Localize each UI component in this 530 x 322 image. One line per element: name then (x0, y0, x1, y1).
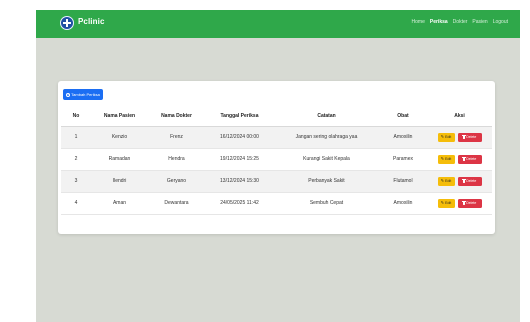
edit-button[interactable]: ✎ Edit (437, 154, 455, 164)
cell-no: 1 (61, 126, 91, 149)
delete-button[interactable]: Delete (457, 154, 482, 164)
header-nama-pasien: Nama Pasien (91, 106, 148, 127)
edit-label: Edit (445, 157, 452, 161)
add-periksa-label: Tambah Periksa (71, 92, 100, 97)
cell-aksi: ✎ Edit Delete (427, 192, 492, 215)
delete-button[interactable]: Delete (457, 198, 482, 208)
edit-button[interactable]: ✎ Edit (437, 198, 455, 208)
header-nama-dokter: Nama Dokter (148, 106, 205, 127)
navbar: Pclinic Home Periksa Dokter Pasien Logou… (36, 10, 520, 38)
delete-label: Delete (466, 135, 477, 139)
nav-links: Home Periksa Dokter Pasien Logout (412, 19, 508, 25)
cell-catatan: Perbanyak Sakit (274, 170, 379, 193)
edit-label: Edit (445, 201, 452, 205)
edit-button[interactable]: ✎ Edit (437, 132, 455, 142)
cell-nama-pasien: Ramadan (91, 148, 148, 171)
cell-tanggal: 13/12/2024 15:30 (205, 170, 274, 193)
cell-aksi: ✎ Edit Delete (427, 148, 492, 171)
nav-link-periksa[interactable]: Periksa (430, 19, 448, 25)
cell-nama-pasien: Aman (91, 192, 148, 215)
delete-button[interactable]: Delete (457, 176, 482, 186)
table-row: 2 Ramadan Hendra 19/12/2024 15:25 Kurang… (61, 148, 492, 171)
header-aksi: Aksi (427, 106, 492, 127)
edit-button[interactable]: ✎ Edit (437, 176, 455, 186)
cell-obat: Paramex (379, 148, 427, 171)
cell-no: 3 (61, 170, 91, 193)
nav-link-pasien[interactable]: Pasien (472, 19, 487, 25)
periksa-card: + Tambah Periksa No Nama Pasien Nama Dok… (58, 81, 495, 234)
cell-no: 4 (61, 192, 91, 215)
plus-circle-icon: + (66, 92, 71, 97)
brand-name[interactable]: Pclinic (78, 17, 105, 26)
pencil-icon: ✎ (440, 134, 445, 139)
table-row: 1 Kenzio Frenz 16/12/2024 00:00 Jangan s… (61, 126, 492, 149)
delete-label: Delete (466, 179, 477, 183)
app-page: Pclinic Home Periksa Dokter Pasien Logou… (36, 10, 520, 322)
cell-catatan: Jangan sering olahraga yaa (274, 126, 379, 149)
header-catatan: Catatan (274, 106, 379, 127)
header-tanggal-periksa: Tanggal Periksa (205, 106, 274, 127)
nav-link-home[interactable]: Home (412, 19, 425, 25)
cell-nama-dokter: Frenz (148, 126, 205, 149)
nav-link-logout[interactable]: Logout (493, 19, 508, 25)
cell-tanggal: 24/05/2025 11:42 (205, 192, 274, 215)
medical-cross-icon (60, 16, 74, 30)
table-row: 3 Ilendri Geryano 13/12/2024 15:30 Perba… (61, 170, 492, 193)
cell-catatan: Kurangi Sakit Kepala (274, 148, 379, 171)
pencil-icon: ✎ (440, 178, 445, 183)
delete-label: Delete (466, 157, 477, 161)
pencil-icon: ✎ (440, 156, 445, 161)
table-row: 4 Aman Dewantara 24/05/2025 11:42 Sembuh… (61, 192, 492, 215)
cell-obat: Amoxilin (379, 126, 427, 149)
trash-icon (462, 156, 466, 161)
cell-nama-pasien: Kenzio (91, 126, 148, 149)
delete-label: Delete (466, 201, 477, 205)
delete-button[interactable]: Delete (457, 132, 482, 142)
trash-icon (462, 200, 466, 205)
header-obat: Obat (379, 106, 427, 127)
header-no: No (61, 106, 91, 127)
trash-icon (462, 134, 466, 139)
cell-aksi: ✎ Edit Delete (427, 126, 492, 149)
cell-nama-dokter: Geryano (148, 170, 205, 193)
cell-catatan: Sembuh Cepat (274, 192, 379, 215)
cell-obat: Flutamol (379, 170, 427, 193)
pencil-icon: ✎ (440, 200, 445, 205)
edit-label: Edit (445, 179, 452, 183)
table-header-row: No Nama Pasien Nama Dokter Tanggal Perik… (61, 106, 492, 127)
cell-tanggal: 19/12/2024 15:25 (205, 148, 274, 171)
periksa-table: No Nama Pasien Nama Dokter Tanggal Perik… (61, 106, 492, 215)
cell-no: 2 (61, 148, 91, 171)
cell-aksi: ✎ Edit Delete (427, 170, 492, 193)
add-periksa-button[interactable]: + Tambah Periksa (63, 89, 103, 100)
cell-nama-pasien: Ilendri (91, 170, 148, 193)
cell-obat: Amoxilin (379, 192, 427, 215)
nav-link-dokter[interactable]: Dokter (453, 19, 468, 25)
cell-tanggal: 16/12/2024 00:00 (205, 126, 274, 149)
trash-icon (462, 178, 466, 183)
cell-nama-dokter: Hendra (148, 148, 205, 171)
edit-label: Edit (445, 135, 452, 139)
cell-nama-dokter: Dewantara (148, 192, 205, 215)
screen-frame: Pclinic Home Periksa Dokter Pasien Logou… (0, 0, 530, 322)
